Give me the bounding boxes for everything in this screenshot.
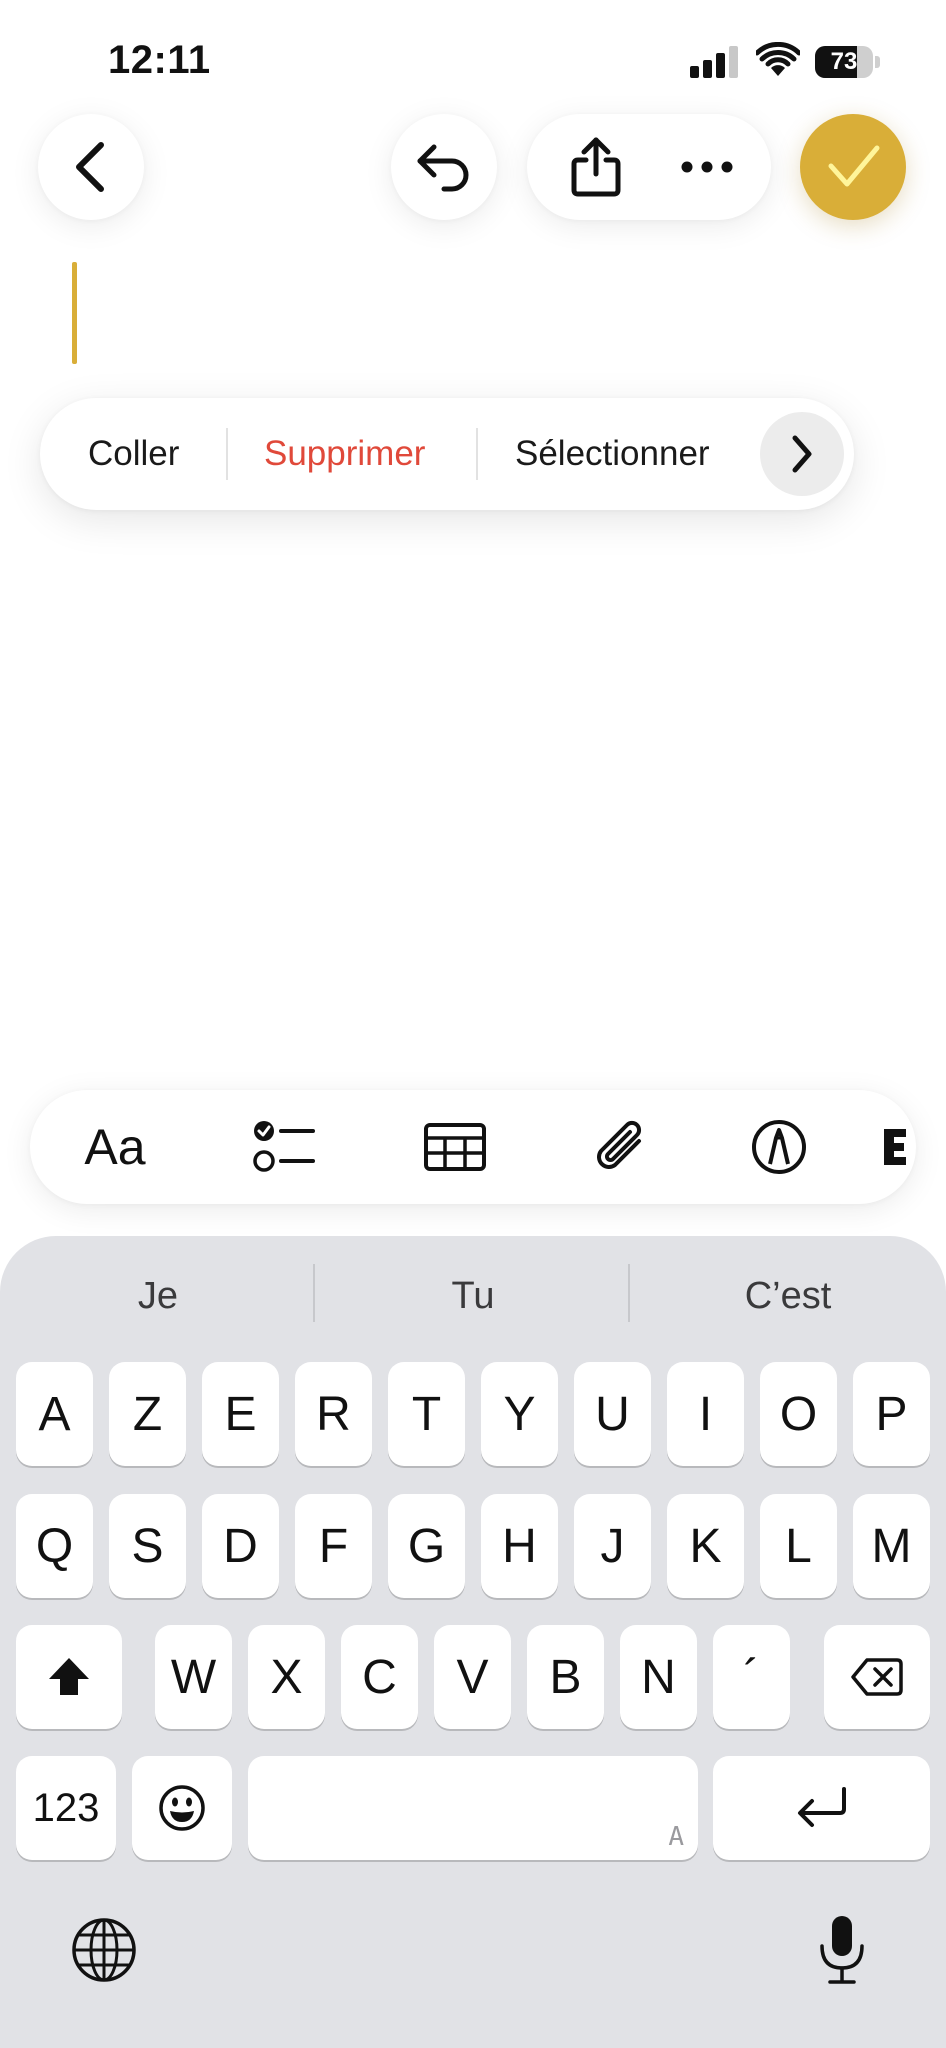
key-e[interactable]: E <box>202 1362 279 1466</box>
text-style-icon: Aa <box>84 1119 146 1175</box>
key-u[interactable]: U <box>574 1362 651 1466</box>
back-button[interactable] <box>38 114 144 220</box>
chevron-right-icon <box>792 435 812 473</box>
ellipsis-icon <box>681 161 733 173</box>
key-x[interactable]: X <box>248 1625 325 1729</box>
status-bar: 12:11 73 <box>0 0 946 120</box>
share-button[interactable] <box>551 114 641 220</box>
suggestion-1[interactable]: Je <box>8 1236 308 1356</box>
numbers-key[interactable]: 123 <box>16 1756 116 1860</box>
undo-arrow-icon <box>417 144 469 192</box>
paperclip-icon <box>597 1120 642 1169</box>
key-p[interactable]: P <box>853 1362 930 1466</box>
attachment-button[interactable] <box>566 1090 676 1204</box>
wifi-icon <box>756 42 800 76</box>
key-i[interactable]: I <box>667 1362 744 1466</box>
chevron-left-icon <box>76 142 104 192</box>
key-a[interactable]: A <box>16 1362 93 1466</box>
key-b[interactable]: B <box>527 1625 604 1729</box>
checklist-icon <box>253 1121 315 1172</box>
more-options-button[interactable] <box>657 114 757 220</box>
key-q[interactable]: Q <box>16 1494 93 1598</box>
format-toolbar: Aa <box>30 1090 916 1204</box>
key-acute-accent[interactable]: ´ <box>713 1625 790 1729</box>
undo-button[interactable] <box>391 114 497 220</box>
key-v[interactable]: V <box>434 1625 511 1729</box>
key-y[interactable]: Y <box>481 1362 558 1466</box>
key-r[interactable]: R <box>295 1362 372 1466</box>
text-style-button[interactable]: Aa <box>60 1090 170 1204</box>
space-bar-hint: A <box>668 1822 684 1852</box>
markup-button[interactable] <box>724 1090 834 1204</box>
select-menu-item[interactable]: Sélectionner <box>515 398 710 510</box>
apple-intelligence-icon <box>884 1129 906 1165</box>
share-more-group <box>527 114 771 220</box>
key-f[interactable]: F <box>295 1494 372 1598</box>
suggestion-divider <box>628 1264 630 1322</box>
suggestion-divider <box>313 1264 315 1322</box>
menu-more-button[interactable] <box>760 412 844 496</box>
delete-backspace-icon <box>851 1658 903 1696</box>
key-o[interactable]: O <box>760 1362 837 1466</box>
suggestion-3[interactable]: C’est <box>638 1236 938 1356</box>
table-icon <box>424 1123 486 1171</box>
markup-pen-icon <box>752 1120 806 1174</box>
return-key[interactable] <box>713 1756 930 1860</box>
key-h[interactable]: H <box>481 1494 558 1598</box>
key-t[interactable]: T <box>388 1362 465 1466</box>
key-n[interactable]: N <box>620 1625 697 1729</box>
key-g[interactable]: G <box>388 1494 465 1598</box>
key-j[interactable]: J <box>574 1494 651 1598</box>
shift-key[interactable] <box>16 1625 122 1729</box>
menu-divider <box>476 428 478 480</box>
return-arrow-icon <box>797 1787 846 1827</box>
suggestion-2[interactable]: Tu <box>323 1236 623 1356</box>
key-s[interactable]: S <box>109 1494 186 1598</box>
done-button[interactable] <box>800 114 906 220</box>
microphone-icon <box>820 1916 864 1984</box>
globe-button[interactable] <box>62 1908 146 1992</box>
key-l[interactable]: L <box>760 1494 837 1598</box>
key-z[interactable]: Z <box>109 1362 186 1466</box>
emoji-smiley-icon <box>159 1785 205 1831</box>
status-time: 12:11 <box>108 38 211 82</box>
checkmark-icon <box>828 145 880 187</box>
text-cursor <box>72 262 77 364</box>
cellular-signal-icon <box>690 44 738 78</box>
table-button[interactable] <box>400 1090 510 1204</box>
edit-context-menu: Coller Supprimer Sélectionner <box>40 398 854 510</box>
key-k[interactable]: K <box>667 1494 744 1598</box>
keyboard: Je Tu C’est A Z E R T Y U I O P Q S D F … <box>0 1236 946 2048</box>
paste-menu-item[interactable]: Coller <box>88 398 179 510</box>
delete-menu-item[interactable]: Supprimer <box>264 398 425 510</box>
space-bar[interactable]: A <box>248 1756 698 1860</box>
writing-tools-button[interactable] <box>880 1090 916 1204</box>
checklist-button[interactable] <box>230 1090 340 1204</box>
key-c[interactable]: C <box>341 1625 418 1729</box>
shift-arrow-icon <box>49 1658 89 1695</box>
key-w[interactable]: W <box>155 1625 232 1729</box>
key-d[interactable]: D <box>202 1494 279 1598</box>
battery-indicator: 73 <box>815 46 881 78</box>
menu-divider <box>226 428 228 480</box>
globe-icon <box>72 1918 136 1982</box>
emoji-key[interactable] <box>132 1756 232 1860</box>
delete-key[interactable] <box>824 1625 930 1729</box>
battery-level: 73 <box>830 48 858 75</box>
dictation-button[interactable] <box>800 1908 884 1992</box>
key-m[interactable]: M <box>853 1494 930 1598</box>
share-icon <box>571 137 621 197</box>
